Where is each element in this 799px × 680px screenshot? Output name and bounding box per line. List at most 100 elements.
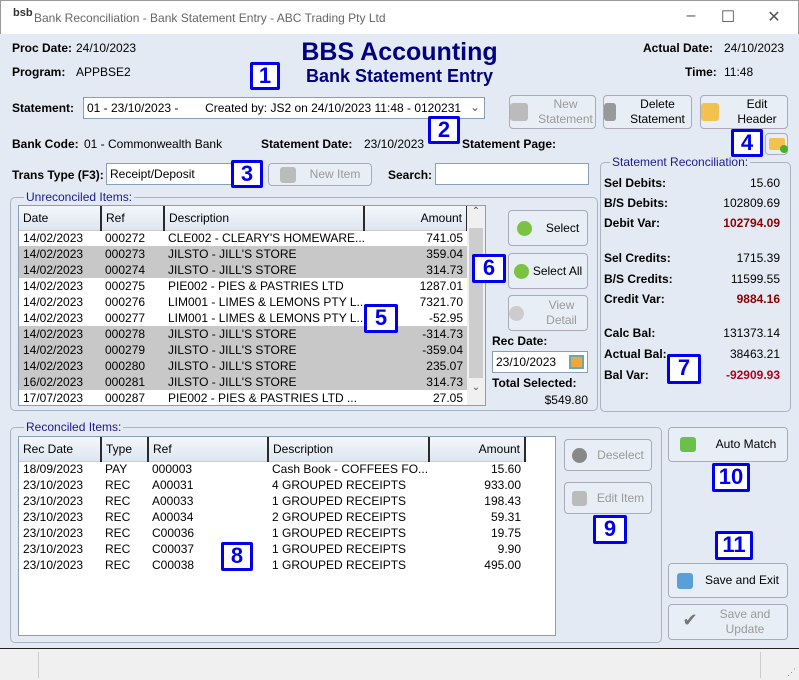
resize-grip-icon[interactable]: ⋰: [787, 667, 796, 678]
sel-debits: 15.60: [749, 176, 780, 190]
save-and-exit-button[interactable]: Save and Exit: [668, 563, 788, 598]
marker-6: 6: [472, 254, 506, 283]
calc-bal: 131373.14: [723, 326, 780, 340]
scroll-thumb[interactable]: [469, 228, 483, 378]
edit-item-button[interactable]: Edit Item: [564, 482, 652, 514]
cell-description: 2 GROUPED RECEIPTS: [272, 510, 407, 524]
col-description[interactable]: Description: [164, 206, 365, 231]
unreconciled-scrollbar[interactable]: ⌃ ⌄: [467, 206, 485, 405]
cell-amount: 359.04: [364, 246, 467, 262]
trans-type-input[interactable]: Receipt/Deposit: [106, 163, 232, 185]
cell-date: 14/02/2023: [23, 279, 84, 293]
col-amount[interactable]: Amount: [429, 437, 526, 462]
cell-type: PAY: [105, 462, 128, 477]
cell-amount: 198.43: [484, 494, 521, 508]
cell-amount: 314.73: [364, 374, 467, 390]
marker-4: 4: [731, 129, 763, 157]
select-all-button[interactable]: Select All: [508, 253, 588, 289]
cell-description: LIM001 - LIMES & LEMONS PTY L...: [168, 311, 364, 325]
cell-amount: 314.73: [364, 262, 467, 278]
cell-description: JILSTO - JILL'S STORE: [164, 326, 364, 342]
col-ref[interactable]: Ref: [101, 206, 165, 231]
cell-ref: 000280: [101, 358, 164, 374]
cell-ref: 000003: [152, 462, 193, 477]
maximize-button[interactable]: ☐: [713, 7, 743, 27]
cell-amount: 235.07: [364, 358, 467, 374]
cell-amount: 15.60: [490, 462, 521, 477]
calc-bal-label: Calc Bal:: [604, 326, 656, 340]
cell-ref: 000277: [105, 311, 146, 325]
time: 11:48: [724, 65, 754, 79]
col-amount[interactable]: Amount: [364, 206, 468, 231]
bal-var-label: Bal Var:: [604, 368, 649, 382]
deselect-button[interactable]: Deselect: [564, 439, 652, 471]
table-row[interactable]: 17/07/2023 000287 PIE002 - PIES & PASTRIES…: [19, 390, 467, 405]
actual-date-label: Actual Date:: [643, 41, 714, 55]
table-row[interactable]: 23/10/2023 REC A00034 2 GROUPED RECEIPTS 59.…: [19, 509, 525, 525]
cell-type: REC: [105, 558, 131, 572]
table-row[interactable]: 14/02/2023 000277 LIM001 - LIMES & LEMONS …: [19, 310, 467, 326]
scroll-up-icon[interactable]: ⌃: [467, 206, 485, 224]
cell-description: 1 GROUPED RECEIPTS: [272, 542, 407, 556]
reconciliation-title: Statement Reconciliation:: [610, 155, 751, 169]
select-button[interactable]: Select: [508, 210, 588, 246]
calendar-icon[interactable]: [569, 355, 584, 369]
view-detail-button[interactable]: View Detail: [508, 295, 588, 331]
cell-rec-date: 23/10/2023: [23, 478, 84, 492]
col-description[interactable]: Description: [268, 437, 430, 462]
col-rec-date[interactable]: Rec Date: [19, 437, 102, 462]
cell-amount: 741.05: [426, 231, 463, 246]
col-date[interactable]: Date: [19, 206, 102, 231]
table-row[interactable]: 16/02/2023 000281 JILSTO - JILL'S STORE 314…: [19, 374, 467, 390]
table-row[interactable]: 14/02/2023 000279 JILSTO - JILL'S STORE -35…: [19, 342, 467, 358]
app-logo-icon: bsb: [13, 7, 33, 19]
table-row[interactable]: 14/02/2023 000274 JILSTO - JILL'S STORE 314…: [19, 262, 467, 278]
cell-amount: 9.90: [497, 542, 521, 556]
scroll-down-icon[interactable]: ⌄: [467, 382, 485, 393]
actual-bal-label: Actual Bal:: [604, 347, 667, 361]
add-folder-button[interactable]: [765, 133, 788, 155]
cell-description: 4 GROUPED RECEIPTS: [272, 478, 407, 492]
plus-circle-icon: [513, 263, 529, 279]
table-row[interactable]: 23/10/2023 REC C00037 1 GROUPED RECEIPTS 9.9…: [19, 541, 525, 557]
cell-amount: 19.75: [490, 526, 521, 540]
minimize-button[interactable]: –: [676, 7, 706, 25]
minus-circle-icon: [572, 447, 588, 463]
table-row[interactable]: 23/10/2023 REC C00038 1 GROUPED RECEIPTS 495…: [19, 557, 525, 573]
cell-date: 14/02/2023: [19, 342, 101, 358]
edit-header-button[interactable]: Edit Header: [700, 95, 788, 129]
delete-statement-button[interactable]: Delete Statement: [603, 95, 692, 129]
table-row[interactable]: 14/02/2023 000273 JILSTO - JILL'S STORE 359…: [19, 246, 467, 262]
table-row[interactable]: 23/10/2023 REC C00036 1 GROUPED RECEIPTS 19.…: [19, 525, 525, 541]
table-row[interactable]: 14/02/2023 000275 PIE002 - PIES & PASTRIES…: [19, 278, 467, 294]
table-row[interactable]: 18/09/2023 PAY 000003 Cash Book - COFFEES F…: [19, 461, 525, 477]
search-label: Search:: [388, 168, 433, 182]
close-button[interactable]: ✕: [759, 7, 789, 27]
rec-date-input[interactable]: 23/10/2023: [492, 351, 588, 373]
cell-ref: 000275: [105, 279, 146, 293]
save-and-update-button[interactable]: ✔ Save and Update: [668, 604, 788, 640]
cell-description: 1 GROUPED RECEIPTS: [272, 526, 407, 540]
table-row[interactable]: 14/02/2023 000276 LIM001 - LIMES & LEMONS …: [19, 294, 467, 310]
cell-ref: A00031: [152, 478, 194, 492]
auto-match-button[interactable]: Auto Match: [668, 427, 788, 462]
new-item-button[interactable]: New Item: [268, 163, 372, 186]
checkmark-icon: ✔: [682, 610, 698, 630]
col-ref[interactable]: Ref: [148, 437, 269, 462]
bal-var: -92909.93: [725, 368, 780, 382]
cell-description: PIE002 - PIES & PASTRIES LTD ...: [168, 391, 357, 405]
table-row[interactable]: 23/10/2023 REC A00031 4 GROUPED RECEIPTS 933…: [19, 477, 525, 493]
col-type[interactable]: Type: [101, 437, 149, 462]
table-row[interactable]: 14/02/2023 000272 CLE002 - CLEARY'S HOMEWA…: [19, 230, 467, 246]
cell-type: REC: [105, 526, 131, 540]
statement-label: Statement:: [12, 101, 75, 115]
table-row[interactable]: 14/02/2023 000278 JILSTO - JILL'S STORE -31…: [19, 326, 467, 342]
new-statement-button[interactable]: New Statement: [509, 95, 596, 129]
table-row[interactable]: 14/02/2023 000280 JILSTO - JILL'S STORE 235…: [19, 358, 467, 374]
search-input[interactable]: [435, 163, 589, 185]
cell-date: 14/02/2023: [23, 295, 84, 309]
statement-select[interactable]: 01 - 23/10/2023 - Created by: JS2 on 24/…: [83, 97, 485, 119]
auto-match-icon: [679, 437, 696, 452]
cell-ref: 000278: [101, 326, 164, 342]
table-row[interactable]: 23/10/2023 REC A00033 1 GROUPED RECEIPTS 198…: [19, 493, 525, 509]
